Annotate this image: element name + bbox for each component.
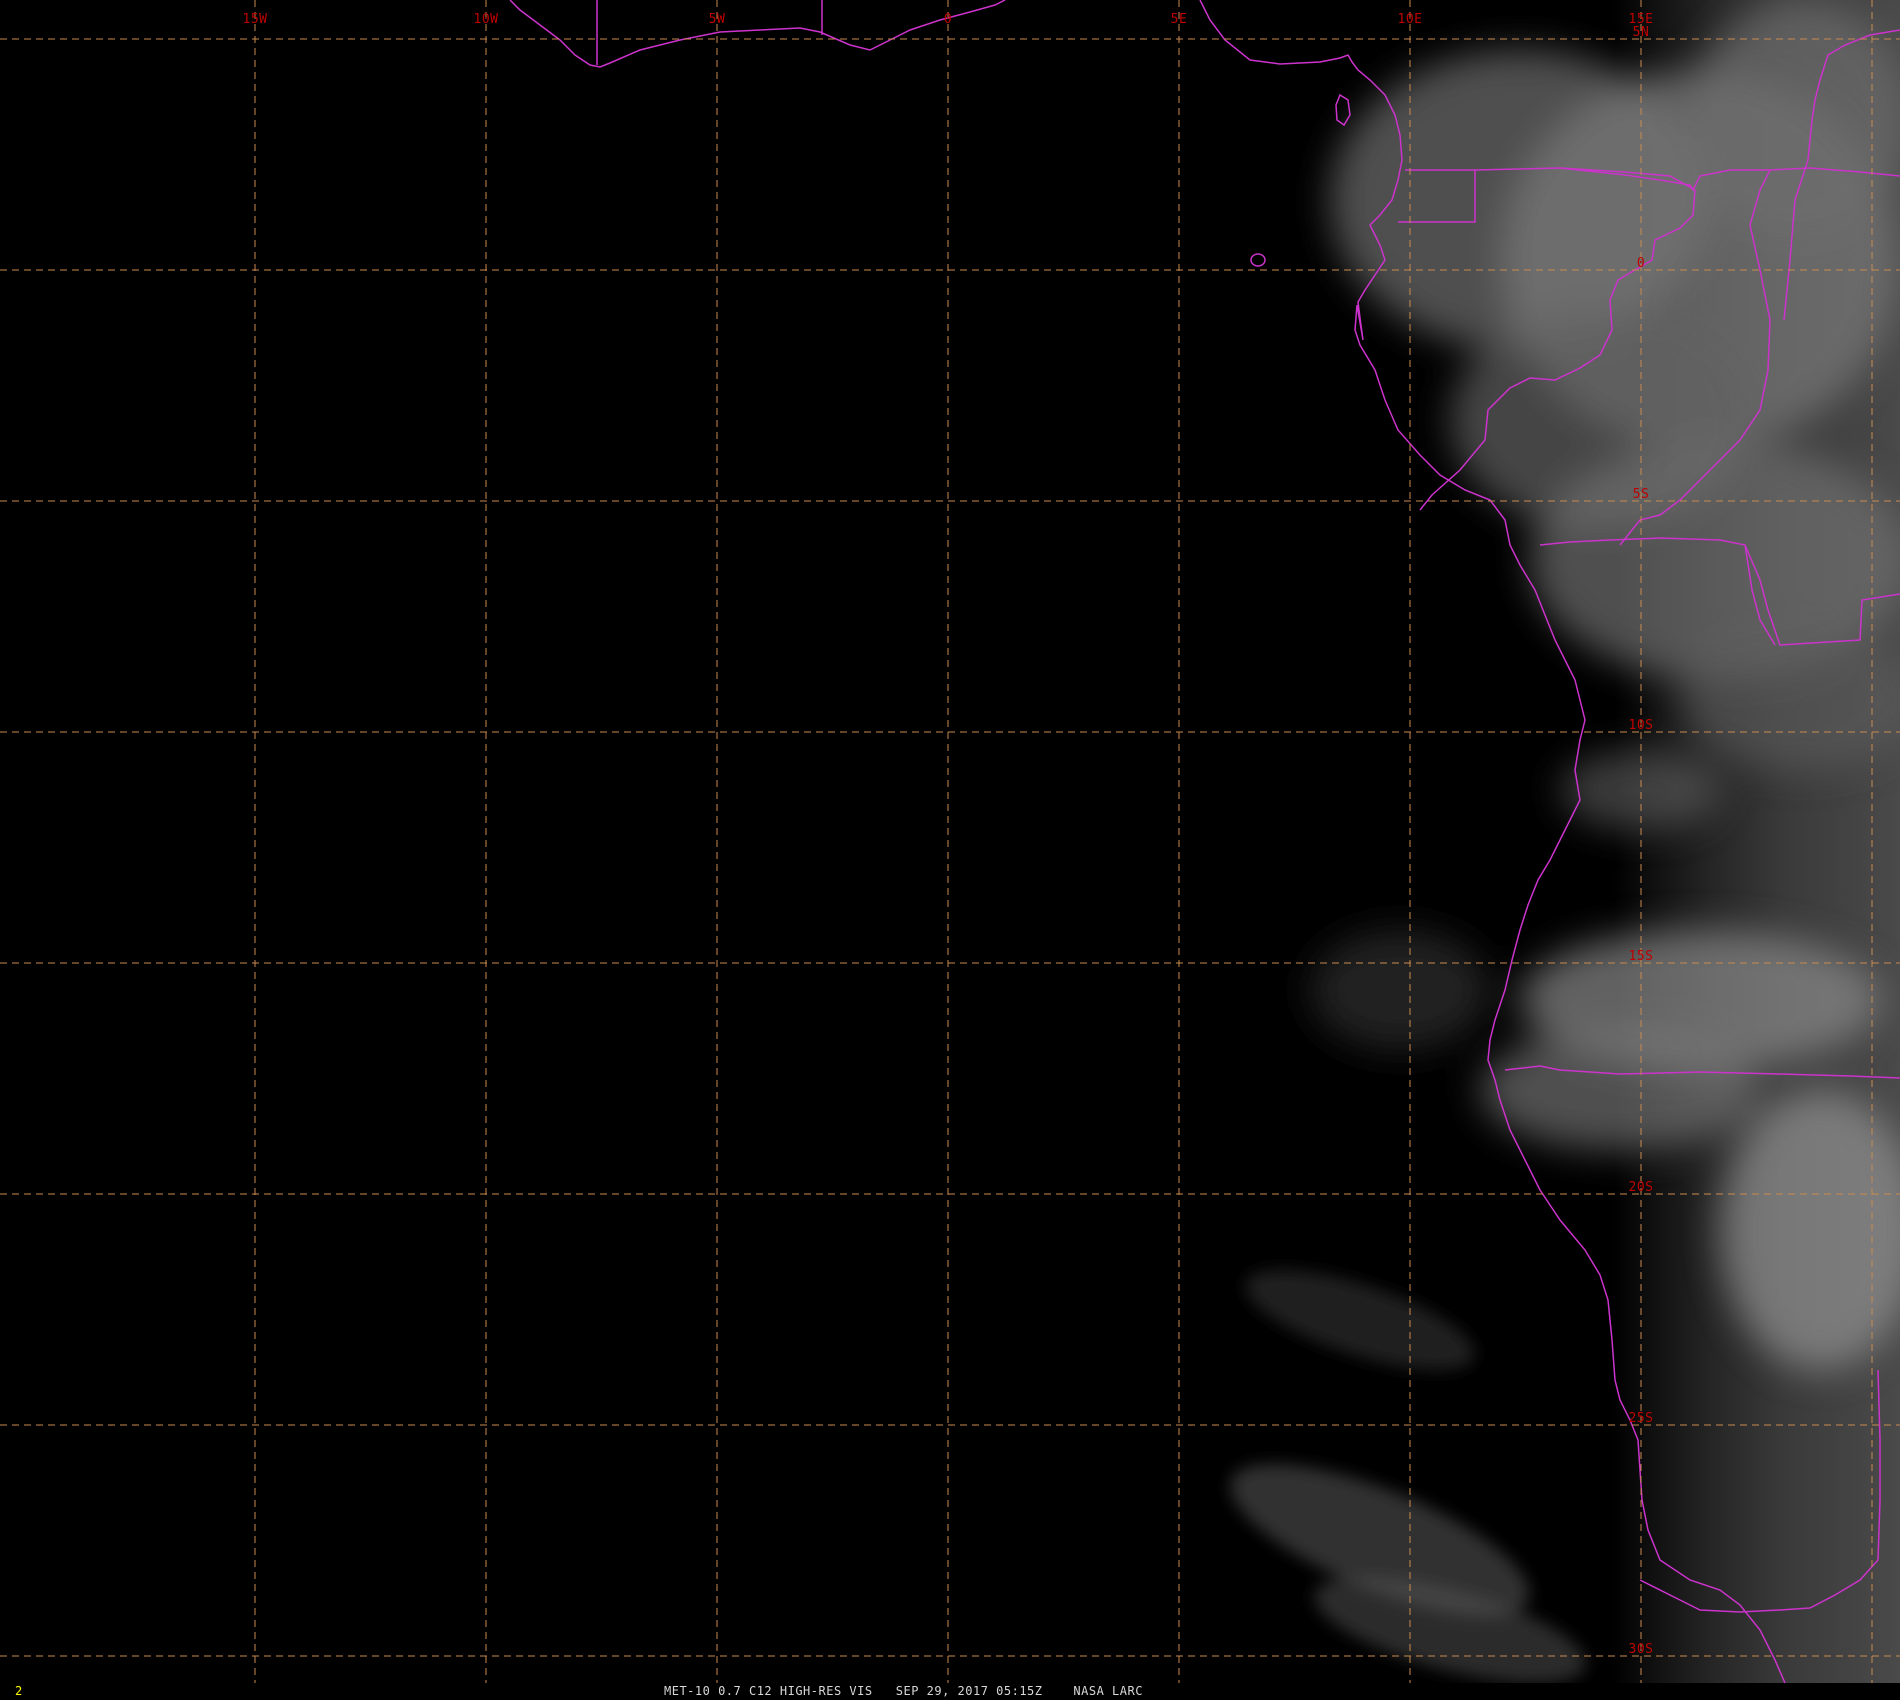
longitude-label: 15W: [243, 12, 268, 27]
latitude-label: 5N: [1633, 25, 1650, 40]
image-caption: MET-10 0.7 C12 HIGH-RES VIS SEP 29, 2017…: [664, 1684, 1143, 1698]
latitude-label: 20S: [1629, 1180, 1654, 1195]
latitude-label: 25S: [1629, 1411, 1654, 1426]
latitude-label: 10S: [1629, 718, 1654, 733]
satellite-map[interactable]: 15W 10W 5W 0 5E 10E 15E 5N05S10S15S20S25S30S: [0, 0, 1900, 1700]
longitude-label: 10W: [474, 12, 499, 27]
latitude-label: 30S: [1629, 1642, 1654, 1657]
longitude-label: 0: [944, 12, 952, 27]
frame-number: 2: [15, 1684, 23, 1698]
latitude-label: 0: [1637, 256, 1645, 271]
longitude-label: 10E: [1398, 12, 1423, 27]
latitude-label: 5S: [1633, 487, 1650, 502]
latitude-label: 15S: [1629, 949, 1654, 964]
longitude-label: 5E: [1171, 12, 1188, 27]
longitude-label: 5W: [709, 12, 726, 27]
